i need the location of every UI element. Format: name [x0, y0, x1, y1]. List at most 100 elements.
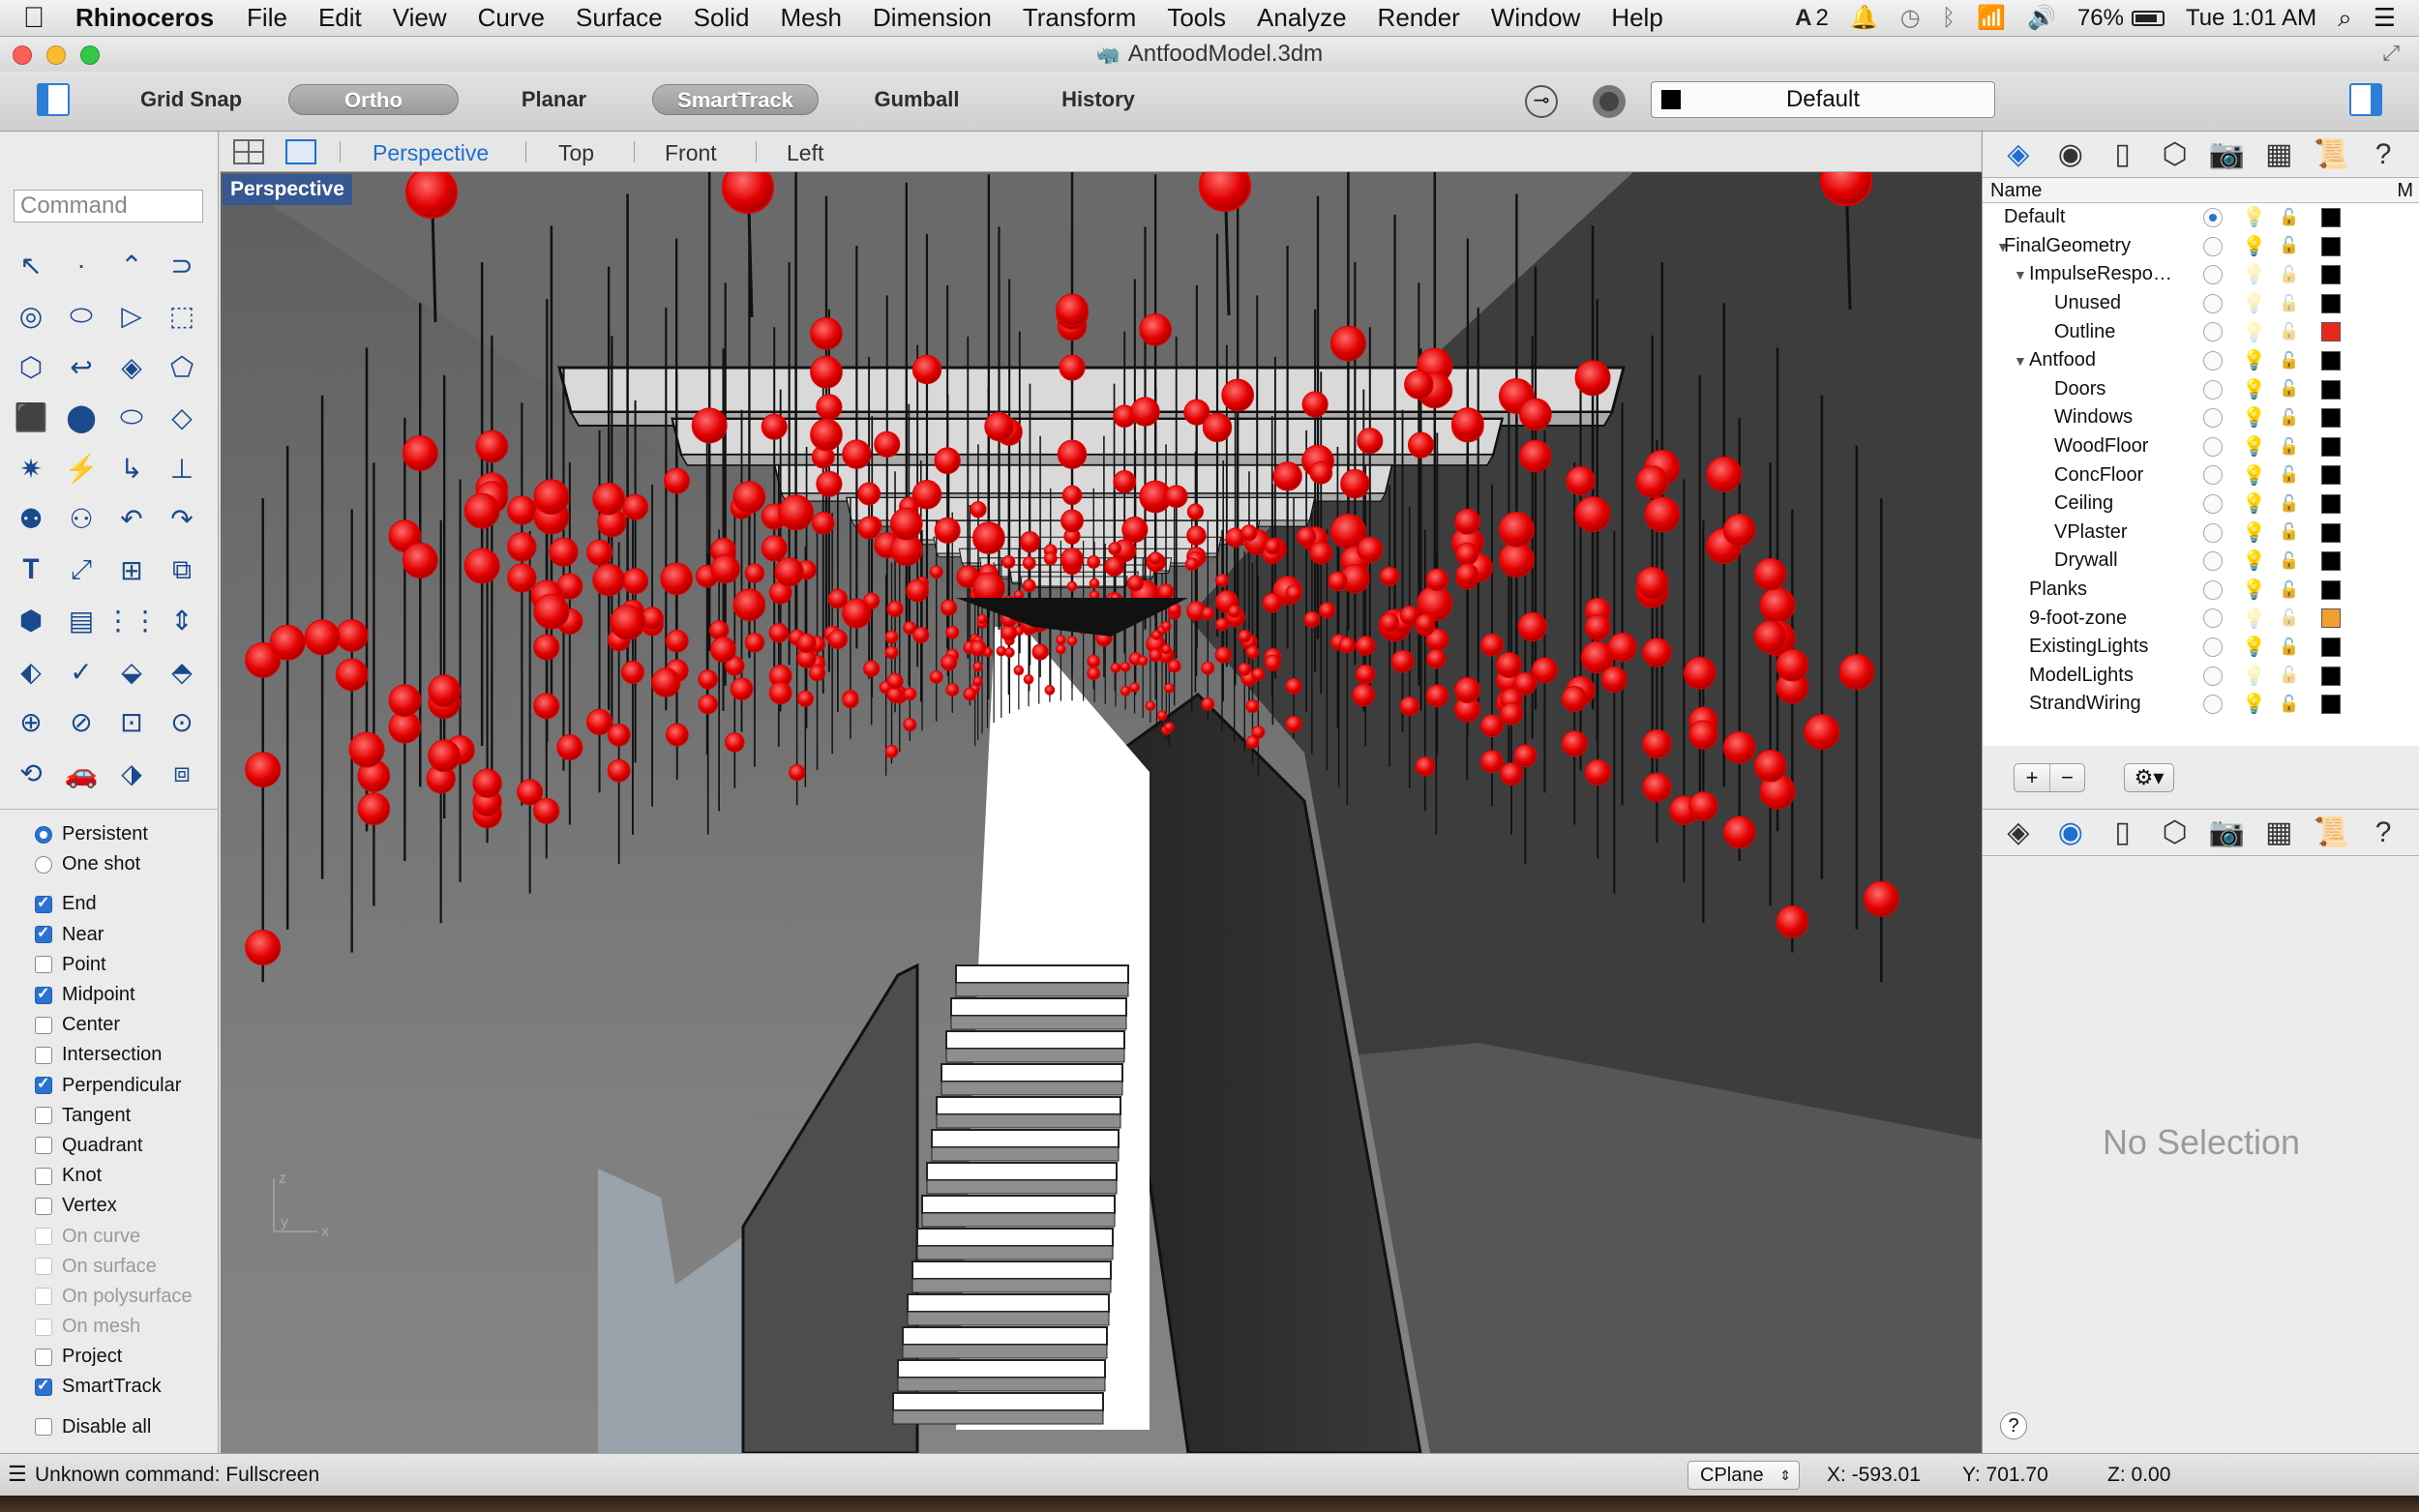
smarttrack-toggle[interactable]: SmartTrack — [652, 84, 819, 115]
material-icon[interactable] — [1593, 85, 1626, 118]
layer-name[interactable]: WoodFloor — [2054, 435, 2148, 458]
current-layer-radio[interactable] — [2203, 322, 2223, 342]
current-layer-radio[interactable] — [2203, 637, 2223, 657]
checkbox[interactable] — [35, 1016, 52, 1034]
tool-icon[interactable]: ⬭ — [56, 291, 106, 342]
tool-icon[interactable]: ⚇ — [56, 494, 106, 546]
current-layer-radio[interactable] — [2203, 551, 2223, 572]
layer-row[interactable]: Default 💡 🔓 — [1983, 203, 2419, 232]
layer-row[interactable]: Windows 💡 🔓 — [1983, 403, 2419, 432]
checkbox[interactable] — [35, 1228, 52, 1246]
add-layer-button[interactable]: + — [2015, 764, 2049, 791]
gumball-toggle[interactable]: Gumball — [861, 84, 972, 115]
padlock-icon[interactable]: 🔓 — [2279, 408, 2299, 428]
menubar-clock[interactable]: Tue 1:01 AM — [2186, 5, 2316, 32]
layer-name[interactable]: VPlaster — [2054, 521, 2128, 544]
tool-icon[interactable]: ⧉ — [157, 545, 207, 596]
padlock-icon[interactable]: 🔓 — [2279, 322, 2299, 341]
lightbulb-visibility-icon[interactable]: 💡 — [2242, 635, 2266, 659]
object-panel-icon[interactable]: ⬡ — [2154, 137, 2196, 171]
layer-color-swatch[interactable] — [2321, 236, 2341, 256]
wifi-icon[interactable]: 📶 — [1977, 4, 2006, 32]
ortho-toggle[interactable]: Ortho — [288, 84, 459, 115]
menu-solid[interactable]: Solid — [678, 3, 765, 33]
lightbulb-visibility-icon[interactable]: 💡 — [2242, 320, 2266, 344]
layers-panel-icon[interactable]: ◈ — [1997, 137, 2040, 171]
layer-color-swatch[interactable] — [2321, 436, 2341, 457]
notification-center-icon[interactable]: ☰ — [2374, 3, 2396, 33]
osnap-smarttrack[interactable]: SmartTrack — [0, 1372, 219, 1402]
osnap-midpoint[interactable]: Midpoint — [0, 980, 219, 1010]
menu-tools[interactable]: Tools — [1151, 3, 1241, 33]
menu-mesh[interactable]: Mesh — [764, 3, 857, 33]
layer-color-swatch[interactable] — [2321, 579, 2341, 600]
padlock-icon[interactable]: 🔓 — [2279, 494, 2299, 514]
tab-left[interactable]: Left — [787, 140, 823, 166]
tool-icon[interactable]: ⌃ — [106, 240, 157, 291]
tool-icon[interactable]: ⊡ — [106, 697, 157, 749]
lightbulb-visibility-icon[interactable]: 💡 — [2242, 463, 2266, 488]
checkbox[interactable] — [35, 1288, 52, 1306]
notes-panel-icon[interactable]: 📜 — [2310, 815, 2352, 849]
tool-icon[interactable]: ⬛ — [6, 393, 56, 444]
layer-name[interactable]: ModelLights — [2029, 665, 2134, 687]
tool-icon[interactable]: ⋮⋮ — [105, 596, 159, 647]
current-layer-radio[interactable] — [2203, 579, 2223, 600]
layer-color-swatch[interactable] — [2321, 493, 2341, 514]
tool-icon[interactable]: ⬖ — [6, 646, 56, 697]
minimize-window-button[interactable] — [46, 45, 66, 65]
bluetooth-icon[interactable]: ᛒ — [1942, 5, 1956, 32]
padlock-icon[interactable]: 🔓 — [2279, 437, 2299, 457]
grid-panel-icon[interactable]: ▦ — [2257, 815, 2300, 849]
perspective-viewport[interactable]: z y x — [221, 172, 1982, 1453]
layers-panel-icon[interactable]: ◈ — [1997, 815, 2040, 849]
spotlight-search-icon[interactable]: ⌕ — [2338, 3, 2352, 34]
grid-snap-toggle[interactable]: Grid Snap — [135, 84, 247, 115]
osnap-disable-all[interactable]: Disable all — [0, 1412, 219, 1442]
tool-icon[interactable]: ⊞ — [106, 545, 157, 596]
menu-help[interactable]: Help — [1596, 3, 1678, 33]
expand-triangle-icon[interactable]: ▼ — [2014, 353, 2027, 369]
osnap-perpendicular[interactable]: Perpendicular — [0, 1071, 219, 1101]
tool-icon[interactable]: ◈ — [106, 341, 157, 393]
tool-icon[interactable]: 𝐓 — [6, 545, 56, 596]
lightbulb-visibility-icon[interactable]: 💡 — [2242, 520, 2266, 545]
osnap-intersection[interactable]: Intersection — [0, 1040, 219, 1070]
planar-toggle[interactable]: Planar — [503, 84, 605, 115]
lightbulb-visibility-icon[interactable]: 💡 — [2242, 262, 2266, 286]
checkbox[interactable] — [35, 1197, 52, 1215]
osnap-knot[interactable]: Knot — [0, 1161, 219, 1191]
tool-icon[interactable]: ⊙ — [157, 697, 207, 749]
tool-icon[interactable]: ✓ — [56, 646, 106, 697]
layer-name[interactable]: StrandWiring — [2029, 693, 2141, 715]
time-machine-icon[interactable]: ◷ — [1900, 4, 1921, 32]
tool-icon[interactable]: ⚉ — [6, 494, 56, 546]
layer-row[interactable]: Ceiling 💡 🔓 — [1983, 489, 2419, 519]
tab-front[interactable]: Front — [665, 140, 717, 166]
layer-name[interactable]: Ceiling — [2054, 492, 2113, 515]
command-input[interactable] — [14, 190, 203, 222]
layer-color-swatch[interactable] — [2321, 379, 2341, 400]
layer-row[interactable]: ▼ ImpulseRespo… 💡 🔓 — [1983, 260, 2419, 289]
single-viewport-layout-icon[interactable] — [285, 139, 316, 164]
render-panel-icon[interactable]: 📷 — [2205, 815, 2248, 849]
command-history-icon[interactable]: ☰ — [8, 1462, 27, 1487]
layer-row[interactable]: Drywall 💡 🔓 — [1983, 547, 2419, 576]
layer-name[interactable]: ConcFloor — [2054, 464, 2143, 487]
current-layer-radio[interactable] — [2203, 265, 2223, 285]
grid-panel-icon[interactable]: ▦ — [2257, 137, 2300, 171]
menu-dimension[interactable]: Dimension — [857, 3, 1007, 33]
tab-perspective[interactable]: Perspective — [373, 140, 489, 166]
padlock-icon[interactable]: 🔓 — [2279, 637, 2299, 657]
lightbulb-visibility-icon[interactable]: 💡 — [2242, 234, 2266, 258]
tool-icon[interactable]: ↶ — [106, 494, 157, 546]
tool-icon[interactable]: ▤ — [56, 596, 106, 647]
layer-color-swatch[interactable] — [2321, 666, 2341, 686]
tool-icon[interactable]: ⟲ — [6, 748, 56, 799]
layer-name[interactable]: Antfood — [2029, 349, 2096, 371]
checkbox[interactable] — [35, 1418, 52, 1437]
current-layer-radio[interactable] — [2203, 608, 2223, 629]
layer-color-swatch[interactable] — [2321, 322, 2341, 342]
tool-icon[interactable]: 🚗 — [56, 748, 106, 799]
tab-top[interactable]: Top — [558, 140, 594, 166]
